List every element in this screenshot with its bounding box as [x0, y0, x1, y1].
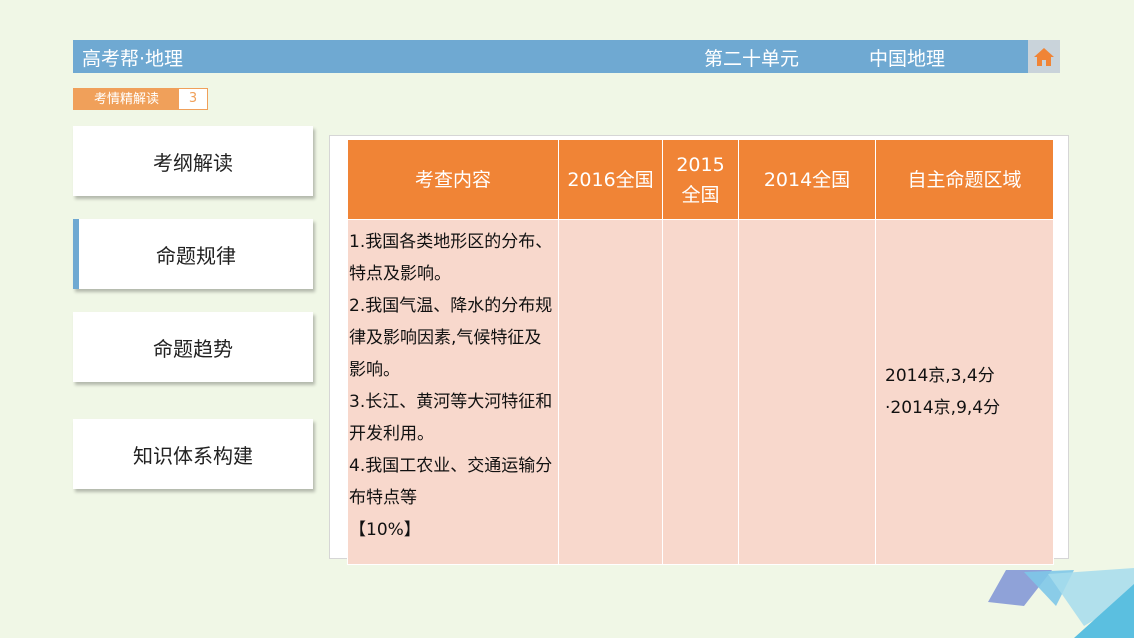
table-cell-region: 2014京,3,4分 ·2014京,9,4分	[875, 219, 1054, 565]
exam-analysis-table: 考查内容 2016全国 2015全国 2014全国 自主命题区域 1.我国各类地…	[347, 139, 1054, 565]
corner-decoration	[988, 568, 1134, 638]
region-line: 2014京,3,4分	[885, 366, 995, 386]
section-tag-number: 3	[179, 89, 208, 109]
sidebar-item-label: 命题规律	[156, 243, 236, 268]
home-button[interactable]	[1028, 40, 1060, 73]
table-header: 自主命题区域	[875, 139, 1054, 220]
table-header: 2016全国	[558, 139, 663, 220]
content-line: 1.我国各类地形区的分布、	[349, 232, 553, 252]
top-header-bar: 高考帮·地理 第二十单元 中国地理	[73, 40, 1060, 73]
content-line: 律及影响因素,气候特征及	[349, 328, 542, 348]
subject-label: 中国地理	[869, 48, 946, 70]
sidebar-item-syllabus[interactable]: 考纲解读	[73, 126, 313, 196]
content-line: 4.我国工农业、交通运输分	[349, 456, 553, 476]
home-icon	[1034, 47, 1054, 66]
sidebar-item-knowledge-system[interactable]: 知识体系构建	[73, 419, 313, 489]
table-cell-2014	[738, 219, 876, 565]
content-line: 2.我国气温、降水的分布规	[349, 296, 553, 316]
content-line: 布特点等	[349, 488, 417, 508]
region-line: ·2014京,9,4分	[885, 398, 1001, 418]
table-header: 考查内容	[347, 139, 559, 220]
app-title: 高考帮·地理	[82, 48, 184, 70]
table-cell-2016	[558, 219, 663, 565]
table-cell-2015	[662, 219, 739, 565]
content-line: 特点及影响。	[349, 264, 451, 284]
sidebar-item-patterns[interactable]: 命题规律	[73, 219, 313, 289]
sidebar-item-label: 命题趋势	[153, 336, 233, 361]
table-header-row: 考查内容 2016全国 2015全国 2014全国 自主命题区域	[347, 139, 1054, 220]
content-line: 3.长江、黄河等大河特征和	[349, 392, 553, 412]
table-row: 1.我国各类地形区的分布、 特点及影响。 2.我国气温、降水的分布规 律及影响因…	[347, 219, 1054, 565]
section-tag: 考情精解读 3	[73, 88, 209, 110]
table-cell-content: 1.我国各类地形区的分布、 特点及影响。 2.我国气温、降水的分布规 律及影响因…	[347, 219, 559, 565]
sidebar-item-trends[interactable]: 命题趋势	[73, 312, 313, 382]
content-line: 【10%】	[349, 520, 421, 540]
unit-label: 第二十单元	[704, 48, 800, 70]
sidebar-item-label: 考纲解读	[153, 150, 233, 175]
section-tag-label: 考情精解读	[74, 89, 180, 109]
sidebar-item-label: 知识体系构建	[133, 443, 253, 468]
table-header: 2015全国	[662, 139, 739, 220]
content-line: 影响。	[349, 360, 400, 380]
table-header: 2014全国	[738, 139, 876, 220]
content-line: 开发利用。	[349, 424, 434, 444]
